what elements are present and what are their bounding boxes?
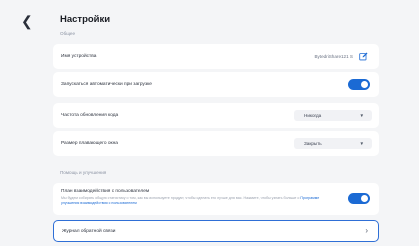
section-help-label: Помощь и улучшения <box>60 170 107 175</box>
chevron-right-icon: › <box>365 226 368 235</box>
interaction-plan-toggle[interactable] <box>348 193 370 204</box>
floating-window-label: Размер плавающего окна <box>61 141 118 146</box>
toggle-knob <box>361 195 368 202</box>
interaction-plan-row: План взаимодействия с пользователем Мы б… <box>53 183 379 215</box>
interaction-plan-label: План взаимодействия с пользователем <box>61 189 150 194</box>
back-arrow-icon[interactable]: ❮ <box>21 14 33 28</box>
autostart-row: Запускаться автоматически при загрузке <box>53 72 379 97</box>
description-text: Мы будем собирать общую статистику о том… <box>61 196 300 200</box>
feedback-log-row[interactable]: Журнал обратной связи › <box>53 220 379 242</box>
chevron-down-icon: ▼ <box>359 141 364 146</box>
autostart-label: Запускаться автоматически при загрузке <box>61 82 152 87</box>
edit-icon[interactable] <box>359 52 368 61</box>
chevron-down-icon: ▼ <box>359 113 364 118</box>
floating-window-select[interactable]: Закрыть ▼ <box>294 138 372 149</box>
autostart-toggle[interactable] <box>348 79 370 90</box>
device-name-row: Имя устройства BytedriShare121 S <box>53 44 379 69</box>
refresh-rate-value: Никогда <box>304 113 322 118</box>
refresh-rate-select[interactable]: Никогда ▼ <box>294 110 372 121</box>
device-name-value: BytedriShare121 S <box>314 54 353 59</box>
refresh-rate-label: Частота обновления кода <box>61 113 119 118</box>
toggle-knob <box>361 81 368 88</box>
floating-window-row: Размер плавающего окна Закрыть ▼ <box>53 131 379 156</box>
refresh-rate-row: Частота обновления кода Никогда ▼ <box>53 103 379 128</box>
section-general-label: Общее <box>60 31 76 36</box>
page-title: Настройки <box>60 14 111 25</box>
device-name-label: Имя устройства <box>61 54 97 59</box>
interaction-plan-description: Мы будем собирать общую статистику о том… <box>61 196 323 205</box>
feedback-log-label: Журнал обратной связи <box>62 229 116 234</box>
floating-window-value: Закрыть <box>304 141 322 146</box>
